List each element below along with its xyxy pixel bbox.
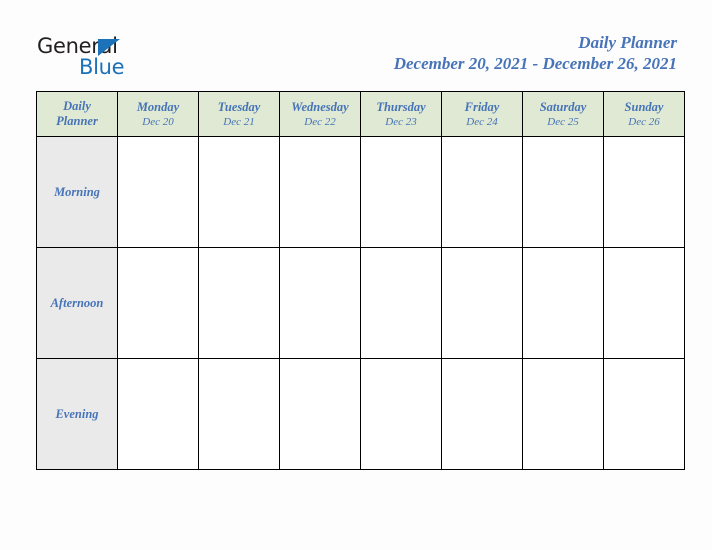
day-date-label: Dec 22 — [304, 115, 336, 128]
slot-label-afternoon: Afternoon — [36, 247, 118, 359]
cell-evening-saturday[interactable] — [522, 358, 604, 470]
cell-evening-sunday[interactable] — [603, 358, 685, 470]
cell-afternoon-friday[interactable] — [441, 247, 523, 359]
cell-morning-tuesday[interactable] — [198, 136, 280, 248]
day-header-sunday: Sunday Dec 26 — [603, 91, 685, 137]
cell-afternoon-sunday[interactable] — [603, 247, 685, 359]
day-header-wednesday: Wednesday Dec 22 — [279, 91, 361, 137]
day-name-label: Friday — [464, 99, 500, 114]
logo-triangle-icon — [98, 39, 120, 56]
cell-afternoon-tuesday[interactable] — [198, 247, 280, 359]
day-date-label: Dec 23 — [385, 115, 417, 128]
cell-afternoon-wednesday[interactable] — [279, 247, 361, 359]
day-name-label: Thursday — [376, 99, 426, 114]
cell-evening-thursday[interactable] — [360, 358, 442, 470]
corner-header-cell: Daily Planner — [36, 91, 118, 137]
cell-evening-wednesday[interactable] — [279, 358, 361, 470]
general-blue-logo: General Blue — [37, 36, 217, 80]
weekly-planner-table: Daily Planner Monday Dec 20 Tuesday Dec … — [36, 91, 685, 470]
day-name-label: Sunday — [624, 99, 664, 114]
cell-evening-friday[interactable] — [441, 358, 523, 470]
page-header: General Blue Daily Planner December 20, … — [0, 0, 712, 88]
slot-label-text: Morning — [54, 185, 100, 199]
day-header-saturday: Saturday Dec 25 — [522, 91, 604, 137]
slot-label-text: Afternoon — [50, 296, 104, 310]
planner-page: General Blue Daily Planner December 20, … — [0, 0, 712, 550]
cell-morning-sunday[interactable] — [603, 136, 685, 248]
day-date-label: Dec 24 — [466, 115, 498, 128]
slot-label-text: Evening — [55, 407, 99, 421]
logo-text-blue: Blue — [79, 55, 125, 79]
cell-morning-thursday[interactable] — [360, 136, 442, 248]
cell-morning-saturday[interactable] — [522, 136, 604, 248]
day-header-monday: Monday Dec 20 — [117, 91, 199, 137]
cell-morning-friday[interactable] — [441, 136, 523, 248]
cell-afternoon-monday[interactable] — [117, 247, 199, 359]
day-date-label: Dec 26 — [628, 115, 660, 128]
slot-label-evening: Evening — [36, 358, 118, 470]
table-header-row: Daily Planner Monday Dec 20 Tuesday Dec … — [36, 91, 685, 137]
page-title: Daily Planner — [578, 33, 677, 52]
date-range-subtitle: December 20, 2021 - December 26, 2021 — [393, 54, 677, 73]
cell-afternoon-thursday[interactable] — [360, 247, 442, 359]
planner-row-evening: Evening — [36, 358, 685, 470]
day-date-label: Dec 25 — [547, 115, 579, 128]
cell-morning-wednesday[interactable] — [279, 136, 361, 248]
cell-morning-monday[interactable] — [117, 136, 199, 248]
day-date-label: Dec 20 — [142, 115, 174, 128]
slot-label-morning: Morning — [36, 136, 118, 248]
day-name-label: Tuesday — [217, 99, 261, 114]
day-name-label: Monday — [136, 99, 180, 114]
planner-row-morning: Morning — [36, 136, 685, 248]
day-header-friday: Friday Dec 24 — [441, 91, 523, 137]
day-name-label: Wednesday — [291, 99, 349, 114]
day-header-tuesday: Tuesday Dec 21 — [198, 91, 280, 137]
cell-evening-monday[interactable] — [117, 358, 199, 470]
cell-evening-tuesday[interactable] — [198, 358, 280, 470]
day-name-label: Saturday — [539, 99, 587, 114]
day-date-label: Dec 21 — [223, 115, 255, 128]
planner-row-afternoon: Afternoon — [36, 247, 685, 359]
cell-afternoon-saturday[interactable] — [522, 247, 604, 359]
corner-title-line-1: Daily — [63, 99, 91, 113]
corner-title-line-2: Planner — [56, 114, 98, 128]
day-header-thursday: Thursday Dec 23 — [360, 91, 442, 137]
